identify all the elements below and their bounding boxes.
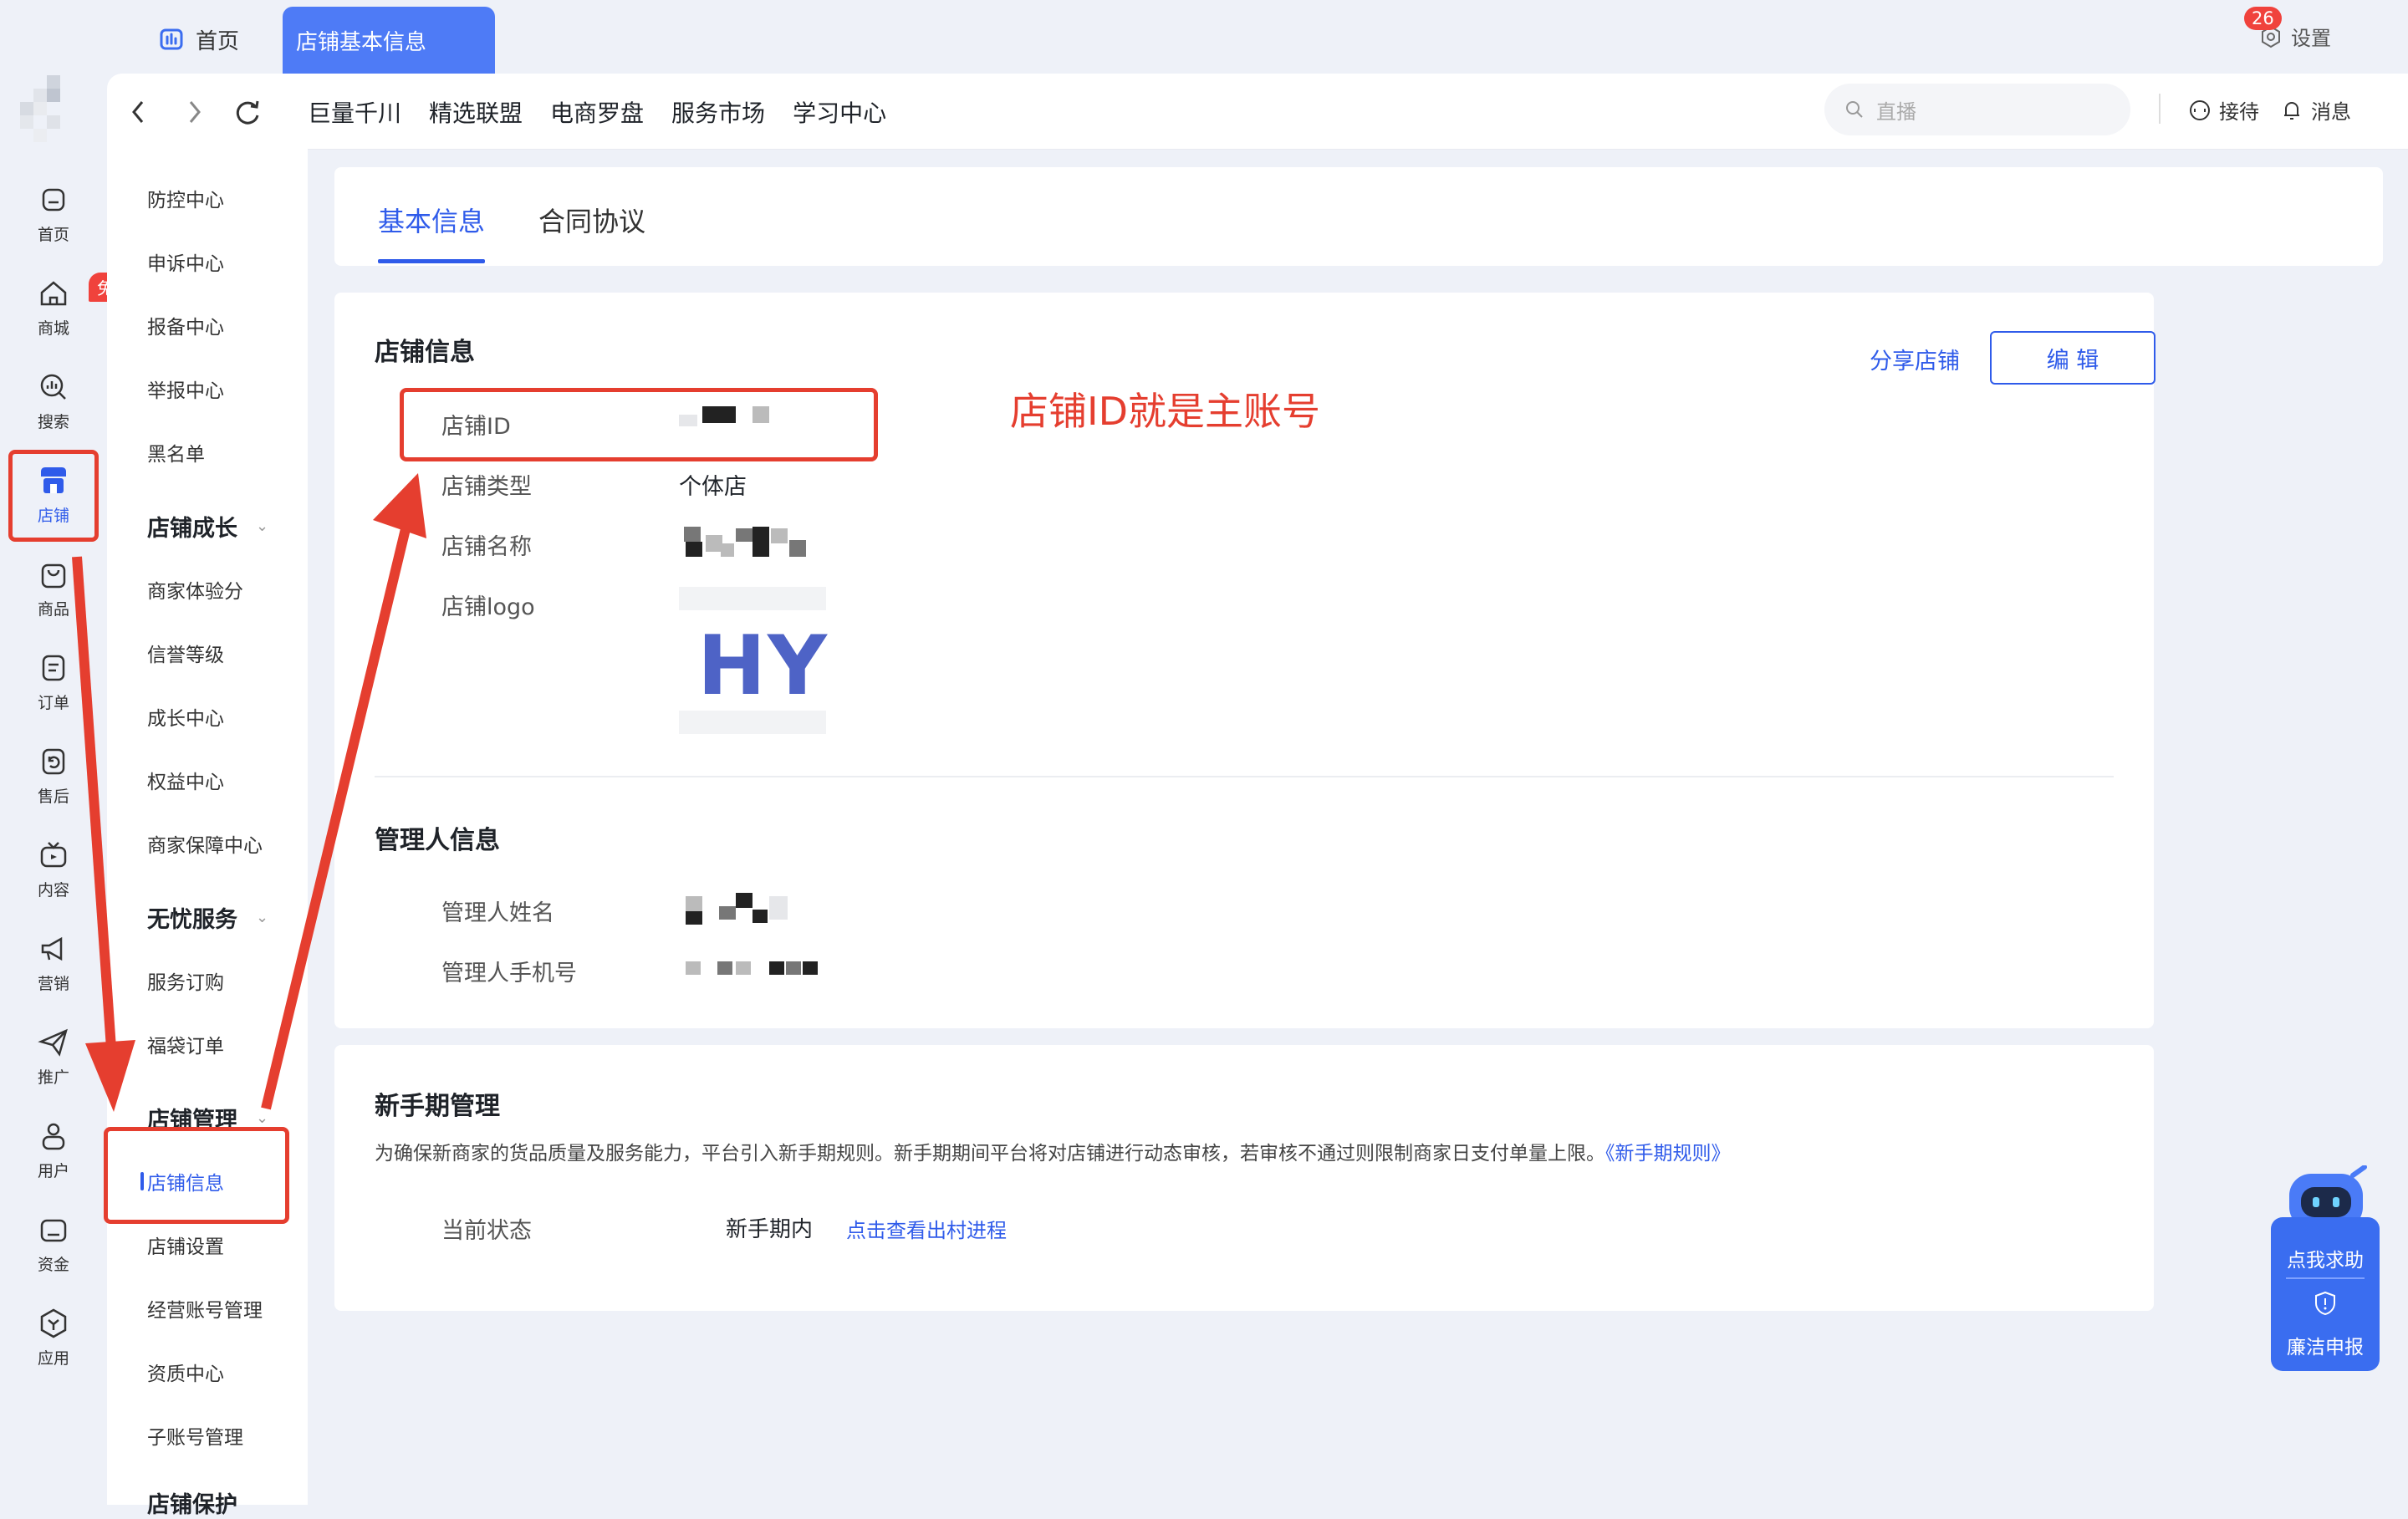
help-divider: [2286, 1277, 2365, 1279]
annotation-arrowhead-up: [373, 473, 426, 538]
annotation-arrows: [72, 473, 426, 1112]
shield-icon: [2315, 1291, 2335, 1316]
annotation-arrowhead-down: [85, 1040, 135, 1112]
annotation-arrow-up: [261, 510, 415, 1110]
report-label[interactable]: 廉洁申报: [2271, 1331, 2380, 1359]
annotation-arrow-down: [72, 556, 117, 1061]
help-widget[interactable]: 点我求助 廉洁申报: [2271, 1165, 2380, 1371]
help-label[interactable]: 点我求助: [2271, 1244, 2380, 1272]
